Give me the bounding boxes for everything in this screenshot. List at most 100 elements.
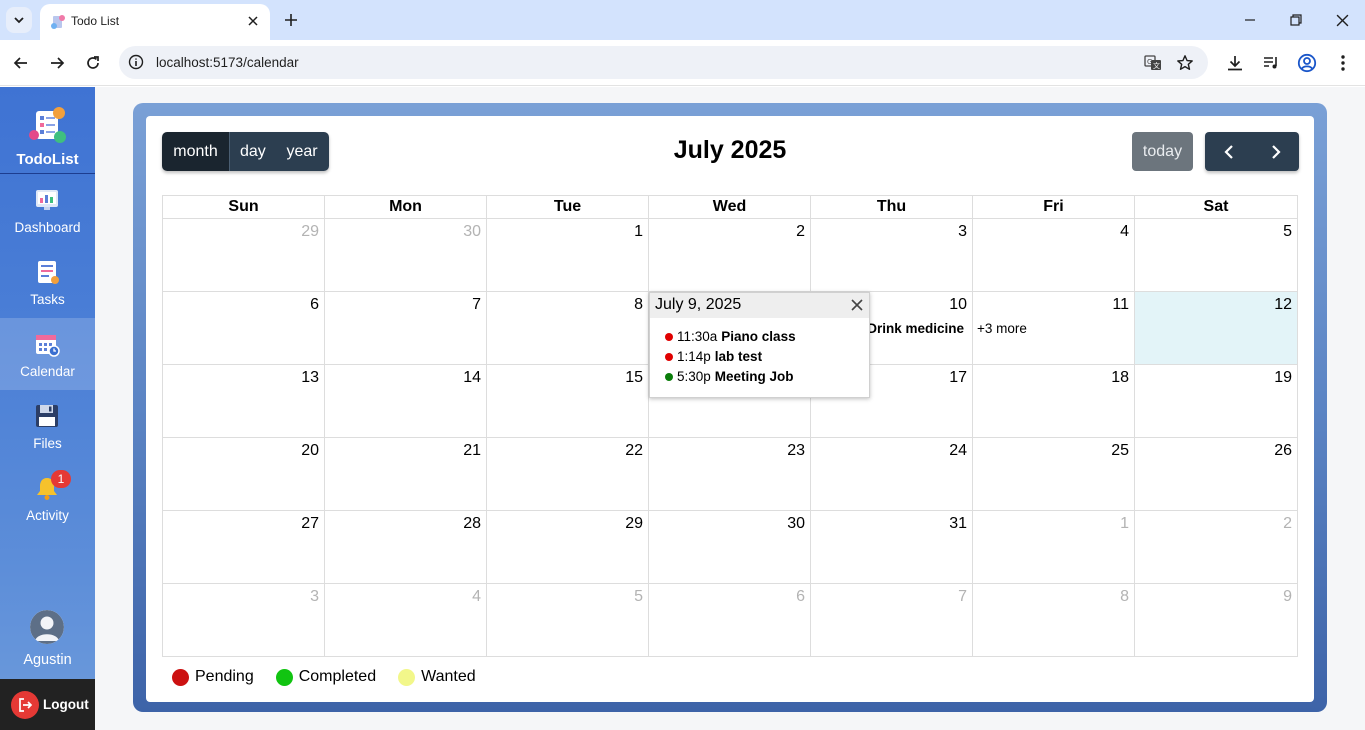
day-number[interactable]: 1 — [634, 223, 643, 241]
site-info-icon[interactable] — [128, 54, 144, 70]
day-number[interactable]: 6 — [796, 588, 805, 606]
day-cell[interactable]: 29 — [163, 219, 325, 292]
day-cell[interactable]: 23 — [649, 438, 811, 511]
close-window-button[interactable] — [1328, 6, 1356, 34]
day-number[interactable]: 24 — [949, 442, 967, 460]
day-number[interactable]: 9 — [1283, 588, 1292, 606]
browser-tab[interactable]: Todo List — [40, 4, 270, 40]
day-number[interactable]: 30 — [787, 515, 805, 533]
sidebar-item-activity[interactable]: 1 Activity — [0, 462, 95, 534]
calendar-event[interactable]: Drink medicine — [867, 321, 964, 336]
day-cell[interactable]: 18 — [973, 365, 1135, 438]
day-number[interactable]: 7 — [958, 588, 967, 606]
day-cell[interactable]: 29 — [487, 511, 649, 584]
back-button[interactable] — [8, 50, 34, 76]
day-cell[interactable]: 19 — [1135, 365, 1297, 438]
day-number[interactable]: 23 — [787, 442, 805, 460]
avatar[interactable] — [30, 610, 64, 644]
day-number[interactable]: 13 — [301, 369, 319, 387]
day-number[interactable]: 6 — [310, 296, 319, 314]
day-number[interactable]: 29 — [625, 515, 643, 533]
day-cell[interactable]: 26 — [1135, 438, 1297, 511]
day-number[interactable]: 20 — [301, 442, 319, 460]
tab-close-button[interactable] — [244, 12, 262, 30]
more-events-link[interactable]: +3 more — [977, 321, 1027, 336]
day-number[interactable]: 1 — [1120, 515, 1129, 533]
day-number[interactable]: 8 — [1120, 588, 1129, 606]
popover-event[interactable]: 5:30p Meeting Job — [665, 369, 794, 384]
bookmark-button[interactable] — [1175, 53, 1195, 73]
day-number[interactable]: 7 — [472, 296, 481, 314]
prev-month-button[interactable] — [1205, 132, 1252, 171]
day-number[interactable]: 22 — [625, 442, 643, 460]
day-number[interactable]: 27 — [301, 515, 319, 533]
day-cell[interactable]: 9 — [1135, 584, 1297, 656]
day-cell[interactable]: 5 — [487, 584, 649, 656]
address-bar[interactable]: localhost:5173/calendar G文 — [119, 46, 1208, 79]
day-cell[interactable]: 1 — [973, 511, 1135, 584]
day-cell[interactable]: 15 — [487, 365, 649, 438]
day-cell[interactable]: 30 — [325, 219, 487, 292]
day-number[interactable]: 28 — [463, 515, 481, 533]
day-cell[interactable]: 14 — [325, 365, 487, 438]
day-number[interactable]: 2 — [796, 223, 805, 241]
day-cell[interactable]: 11 +3 more — [973, 292, 1135, 365]
day-number[interactable]: 3 — [310, 588, 319, 606]
day-cell[interactable]: 28 — [325, 511, 487, 584]
day-cell[interactable]: 27 — [163, 511, 325, 584]
day-cell[interactable]: 2 — [1135, 511, 1297, 584]
logout-button[interactable]: Logout — [0, 679, 95, 730]
sidebar-item-tasks[interactable]: Tasks — [0, 246, 95, 318]
day-number[interactable]: 31 — [949, 515, 967, 533]
day-number[interactable]: 4 — [472, 588, 481, 606]
today-button[interactable]: today — [1132, 132, 1193, 171]
day-number[interactable]: 26 — [1274, 442, 1292, 460]
day-number[interactable]: 11 — [1112, 296, 1129, 314]
day-cell[interactable]: 20 — [163, 438, 325, 511]
day-cell[interactable]: 8 — [487, 292, 649, 365]
day-number[interactable]: 19 — [1274, 369, 1292, 387]
popover-event[interactable]: 11:30a Piano class — [665, 329, 796, 344]
media-control-button[interactable] — [1259, 51, 1283, 75]
day-cell[interactable]: 4 — [325, 584, 487, 656]
day-number[interactable]: 8 — [634, 296, 643, 314]
sidebar-item-files[interactable]: Files — [0, 390, 95, 462]
popover-event[interactable]: 1:14p lab test — [665, 349, 762, 364]
minimize-button[interactable] — [1236, 6, 1264, 34]
day-number[interactable]: 29 — [301, 223, 319, 241]
day-number[interactable]: 5 — [634, 588, 643, 606]
day-cell[interactable]: 3 — [811, 219, 973, 292]
day-number[interactable]: 10 — [949, 296, 967, 314]
day-cell[interactable]: 6 — [649, 584, 811, 656]
sidebar-item-calendar[interactable]: Calendar — [0, 318, 95, 390]
restore-button[interactable] — [1282, 6, 1310, 34]
day-number[interactable]: 12 — [1274, 296, 1292, 314]
day-cell[interactable]: 4 — [973, 219, 1135, 292]
reload-button[interactable] — [80, 50, 106, 76]
day-number[interactable]: 17 — [949, 369, 967, 387]
day-cell[interactable]: 5 — [1135, 219, 1297, 292]
day-cell[interactable]: 7 — [325, 292, 487, 365]
sidebar-item-dashboard[interactable]: Dashboard — [0, 174, 95, 246]
close-icon[interactable] — [850, 298, 864, 312]
tab-search-button[interactable] — [6, 7, 32, 33]
day-cell[interactable]: 8 — [973, 584, 1135, 656]
browser-menu-button[interactable] — [1331, 51, 1355, 75]
profile-button[interactable] — [1295, 51, 1319, 75]
day-cell[interactable]: 24 — [811, 438, 973, 511]
day-cell[interactable]: 31 — [811, 511, 973, 584]
day-number[interactable]: 21 — [463, 442, 481, 460]
day-cell[interactable]: 13 — [163, 365, 325, 438]
translate-button[interactable]: G文 — [1143, 53, 1163, 73]
forward-button[interactable] — [44, 50, 70, 76]
day-cell[interactable]: 6 — [163, 292, 325, 365]
day-cell[interactable]: 1 — [487, 219, 649, 292]
day-number[interactable]: 15 — [625, 369, 643, 387]
brand[interactable]: TodoList — [0, 87, 95, 174]
day-cell[interactable]: 7 — [811, 584, 973, 656]
day-number[interactable]: 18 — [1111, 369, 1129, 387]
day-cell[interactable]: 22 — [487, 438, 649, 511]
day-cell[interactable]: 12 — [1135, 292, 1297, 365]
day-cell[interactable]: 21 — [325, 438, 487, 511]
day-number[interactable]: 14 — [463, 369, 481, 387]
